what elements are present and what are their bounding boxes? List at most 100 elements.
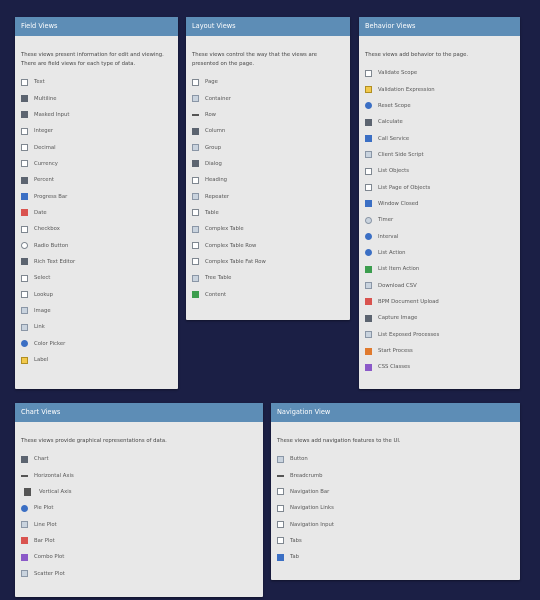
list-item[interactable]: Currency	[15, 156, 178, 172]
navigation-links-icon	[277, 504, 284, 512]
list-item-label: Select	[34, 275, 51, 282]
list-item[interactable]: Radio Button	[15, 237, 178, 253]
list-item[interactable]: Capture Image	[359, 310, 520, 326]
list-item[interactable]: Checkbox	[15, 221, 178, 237]
list-item-label: Navigation Input	[290, 521, 334, 528]
list-item[interactable]: Heading	[186, 172, 350, 188]
list-item[interactable]: Tab	[271, 549, 520, 565]
currency-icon	[21, 160, 28, 168]
list-page-icon	[365, 184, 372, 192]
list-item[interactable]: Group	[186, 139, 350, 155]
list-item-label: Start Process	[378, 348, 413, 355]
list-item[interactable]: Dialog	[186, 156, 350, 172]
list-objects-icon	[365, 167, 372, 175]
list-item[interactable]: Percent	[15, 172, 178, 188]
list-item[interactable]: Rich Text Editor	[15, 254, 178, 270]
list-item[interactable]: Column	[186, 123, 350, 139]
complex-table-fat-row-icon	[192, 258, 199, 266]
bar-plot-icon	[21, 537, 28, 545]
list-item[interactable]: Tabs	[271, 533, 520, 549]
list-item[interactable]: Masked Input	[15, 107, 178, 123]
behavior-views-description: These views add behavior to the page.	[365, 52, 469, 58]
reset-scope-icon	[365, 102, 372, 110]
list-item-label: Breadcrumb	[290, 472, 323, 479]
list-item[interactable]: Navigation Bar	[271, 484, 520, 500]
list-item[interactable]: Vertical Axis	[15, 484, 263, 500]
list-item[interactable]: Progress Bar	[15, 188, 178, 204]
list-item[interactable]: Horizontal Axis	[15, 467, 263, 483]
list-item[interactable]: Window Closed	[359, 196, 520, 212]
list-item[interactable]: Interval	[359, 228, 520, 244]
list-item[interactable]: Multiline	[15, 90, 178, 106]
behavior-views-list: Validate Scope Validation Expression Reset…	[359, 65, 520, 376]
list-item[interactable]: Breadcrumb	[271, 467, 520, 483]
navigation-view-card: Navigation View These views add navigati…	[271, 403, 520, 580]
list-item[interactable]: Client Side Script	[359, 147, 520, 163]
list-item[interactable]: Page	[186, 74, 350, 90]
list-item[interactable]: Complex Table Row	[186, 237, 350, 253]
list-item-label: Scatter Plot	[34, 570, 65, 577]
list-item-label: Combo Plot	[34, 554, 65, 561]
list-item[interactable]: Pie Plot	[15, 500, 263, 516]
navigation-bar-icon	[277, 488, 284, 496]
list-item[interactable]: Date	[15, 205, 178, 221]
list-item-label: Complex Table Fat Row	[205, 258, 266, 265]
combo-plot-icon	[21, 553, 28, 561]
list-item[interactable]: List Exposed Processes	[359, 327, 520, 343]
download-csv-icon	[365, 282, 372, 290]
list-item[interactable]: Call Service	[359, 130, 520, 146]
list-item[interactable]: CSS Classes	[359, 359, 520, 375]
list-item[interactable]: Scatter Plot	[15, 565, 263, 581]
list-item[interactable]: Combo Plot	[15, 549, 263, 565]
list-item-label: Pie Plot	[34, 505, 54, 512]
behavior-views-title: Behavior Views	[359, 17, 520, 36]
list-item[interactable]: Lookup	[15, 286, 178, 302]
list-item[interactable]: Label	[15, 352, 178, 368]
list-item[interactable]: Line Plot	[15, 516, 263, 532]
list-item[interactable]: BPM Document Upload	[359, 294, 520, 310]
list-item[interactable]: Navigation Links	[271, 500, 520, 516]
list-item[interactable]: Integer	[15, 123, 178, 139]
list-item[interactable]: Complex Table	[186, 221, 350, 237]
list-item[interactable]: Container	[186, 90, 350, 106]
list-item[interactable]: Calculate	[359, 114, 520, 130]
list-item[interactable]: Button	[271, 451, 520, 467]
layout-views-title: Layout Views	[186, 17, 350, 36]
list-item[interactable]: Complex Table Fat Row	[186, 254, 350, 270]
color-picker-icon	[21, 340, 28, 348]
list-item[interactable]: Row	[186, 107, 350, 123]
list-item[interactable]: Color Picker	[15, 336, 178, 352]
list-item-label: Label	[34, 357, 49, 364]
validation-expression-icon	[365, 86, 372, 94]
vertical-axis-icon	[24, 487, 31, 496]
list-item[interactable]: Repeater	[186, 188, 350, 204]
list-item[interactable]: Content	[186, 286, 350, 302]
list-item[interactable]: Decimal	[15, 139, 178, 155]
list-item[interactable]: Text	[15, 74, 178, 90]
list-item[interactable]: Navigation Input	[271, 516, 520, 532]
list-item[interactable]: List Item Action	[359, 261, 520, 277]
list-item[interactable]: Select	[15, 270, 178, 286]
list-item[interactable]: Tree Table	[186, 270, 350, 286]
scatter-plot-icon	[21, 570, 28, 578]
list-item[interactable]: Validation Expression	[359, 81, 520, 97]
list-item[interactable]: Reset Scope	[359, 98, 520, 114]
percent-icon	[21, 176, 28, 184]
list-item-label: Image	[34, 307, 51, 314]
list-item[interactable]: Start Process	[359, 343, 520, 359]
list-item[interactable]: Image	[15, 303, 178, 319]
list-item[interactable]: Link	[15, 319, 178, 335]
list-item-label: CSS Classes	[378, 364, 411, 371]
list-item[interactable]: Download CSV	[359, 277, 520, 293]
list-item[interactable]: Timer	[359, 212, 520, 228]
line-plot-icon	[21, 521, 28, 529]
list-item[interactable]: List Page of Objects	[359, 179, 520, 195]
list-item[interactable]: Chart	[15, 451, 263, 467]
list-item[interactable]: Table	[186, 205, 350, 221]
list-item-label: Window Closed	[378, 200, 419, 207]
list-item[interactable]: Validate Scope	[359, 65, 520, 81]
list-item-label: Complex Table Row	[205, 242, 257, 249]
list-item[interactable]: List Action	[359, 245, 520, 261]
list-item[interactable]: Bar Plot	[15, 533, 263, 549]
list-item[interactable]: List Objects	[359, 163, 520, 179]
